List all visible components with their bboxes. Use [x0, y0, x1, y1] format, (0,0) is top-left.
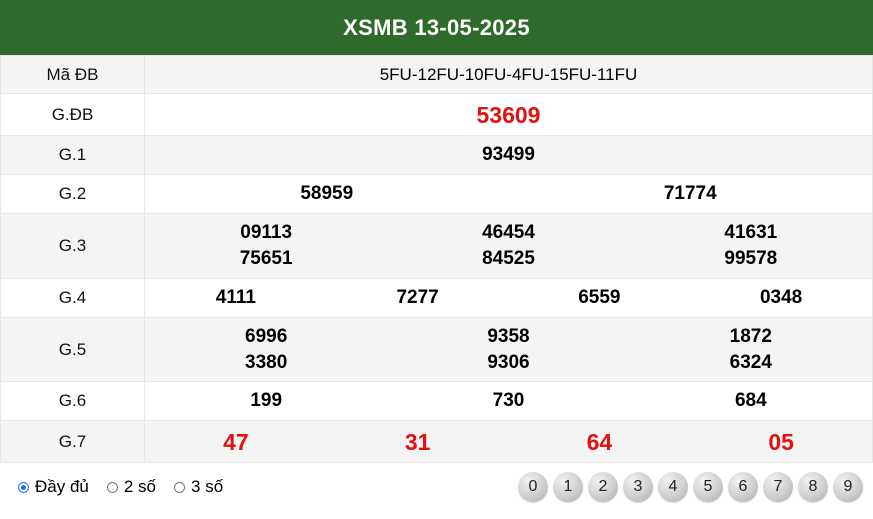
row-label: G.2 — [0, 174, 145, 214]
prize-cell: 53609 — [144, 93, 873, 136]
row-g-db: G.ĐB 53609 — [0, 93, 873, 136]
prize-number: 05 — [768, 428, 794, 455]
row-g7: G.7 47 31 64 05 — [0, 420, 873, 463]
row-label: Mã ĐB — [0, 55, 145, 94]
radio-label: Đầy đủ — [35, 477, 89, 496]
digit-ball-8[interactable]: 8 — [798, 472, 828, 502]
row-g5: G.5 6996 3380 9358 9306 1872 6324 — [0, 317, 873, 382]
prize-number: 9358 — [487, 325, 530, 347]
row-label: G.6 — [0, 381, 145, 421]
result-header: XSMB 13-05-2025 — [0, 0, 873, 55]
special-code-value: 5FU-12FU-10FU-4FU-15FU-11FU — [379, 64, 638, 84]
digit-ball-3[interactable]: 3 — [623, 472, 653, 502]
digit-ball-5[interactable]: 5 — [693, 472, 723, 502]
prize-number: 71774 — [663, 183, 717, 204]
prize-cell: 47 31 64 05 — [144, 420, 873, 463]
digit-ball-9[interactable]: 9 — [833, 472, 863, 502]
prize-number: 75651 — [239, 248, 293, 269]
result-footer: Đầy đủ 2 số 3 số 0 1 2 3 4 5 6 7 8 9 — [0, 463, 873, 517]
row-g4: G.4 4111 7277 6559 0348 — [0, 278, 873, 318]
row-g6: G.6 199 730 684 — [0, 381, 873, 421]
row-label: G.3 — [0, 213, 145, 279]
row-g2: G.2 58959 71774 — [0, 174, 873, 214]
prize-cell: 93499 — [144, 135, 873, 175]
row-label: G.7 — [0, 420, 145, 463]
prize-cell: 09113 75651 46454 84525 41631 99578 — [144, 213, 873, 279]
display-mode-group: Đầy đủ 2 số 3 số — [18, 477, 223, 497]
prize-number: 730 — [492, 390, 525, 411]
radio-2-digits[interactable]: 2 số — [106, 477, 157, 497]
radio-label: 3 số — [191, 477, 224, 496]
digit-ball-4[interactable]: 4 — [658, 472, 688, 502]
prize-number: 99578 — [724, 248, 778, 269]
prize-number: 6996 — [245, 325, 288, 347]
special-prize-number: 53609 — [476, 101, 541, 128]
special-codes: 5FU-12FU-10FU-4FU-15FU-11FU — [144, 55, 873, 94]
prize-cell: 4111 7277 6559 0348 — [144, 278, 873, 318]
prize-number: 09113 — [240, 222, 293, 243]
prize-number: 47 — [223, 428, 249, 455]
prize-number: 9306 — [487, 351, 530, 373]
prize-number: 93499 — [482, 144, 535, 165]
digit-ball-6[interactable]: 6 — [728, 472, 758, 502]
row-g3: G.3 09113 75651 46454 84525 41631 99578 — [0, 213, 873, 279]
prize-number: 46454 — [482, 222, 535, 243]
prize-number: 6559 — [578, 287, 621, 308]
digit-ball-2[interactable]: 2 — [588, 472, 618, 502]
radio-full[interactable]: Đầy đủ — [18, 477, 89, 497]
row-label: G.5 — [0, 317, 145, 382]
prize-number: 64 — [586, 428, 613, 455]
prize-number: 1872 — [729, 325, 772, 347]
digit-ball-7[interactable]: 7 — [763, 472, 793, 502]
prize-number: 3380 — [245, 351, 288, 373]
radio-dot-icon[interactable] — [18, 481, 29, 493]
lottery-result-widget: XSMB 13-05-2025 Mã ĐB 5FU-12FU-10FU-4FU-… — [0, 0, 873, 519]
prize-number: 4111 — [215, 287, 256, 308]
digit-ball-0[interactable]: 0 — [518, 472, 548, 502]
result-table: Mã ĐB 5FU-12FU-10FU-4FU-15FU-11FU G.ĐB 5… — [0, 55, 873, 463]
digit-filter: 0 1 2 3 4 5 6 7 8 9 — [518, 472, 863, 502]
row-ma-db: Mã ĐB 5FU-12FU-10FU-4FU-15FU-11FU — [0, 55, 873, 94]
prize-number: 6324 — [729, 351, 772, 373]
radio-dot-icon[interactable] — [174, 481, 186, 493]
prize-number: 199 — [250, 390, 283, 411]
prize-number: 41631 — [724, 222, 778, 243]
prize-cell: 58959 71774 — [144, 174, 873, 214]
radio-dot-icon[interactable] — [106, 481, 118, 493]
radio-3-digits[interactable]: 3 số — [174, 477, 223, 497]
prize-number: 84525 — [482, 248, 535, 269]
prize-number: 58959 — [300, 183, 354, 204]
row-label: G.4 — [0, 278, 145, 318]
prize-cell: 6996 3380 9358 9306 1872 6324 — [144, 317, 873, 382]
prize-number: 7277 — [396, 287, 439, 308]
prize-number: 0348 — [759, 287, 803, 308]
row-label: G.ĐB — [0, 93, 145, 136]
prize-cell: 199 730 684 — [144, 381, 873, 421]
digit-ball-1[interactable]: 1 — [553, 472, 583, 502]
row-g1: G.1 93499 — [0, 135, 873, 175]
radio-label: 2 số — [123, 477, 157, 496]
prize-number: 31 — [404, 428, 431, 455]
row-label: G.1 — [0, 135, 145, 175]
result-title: XSMB 13-05-2025 — [343, 14, 530, 40]
prize-number: 684 — [734, 390, 767, 411]
